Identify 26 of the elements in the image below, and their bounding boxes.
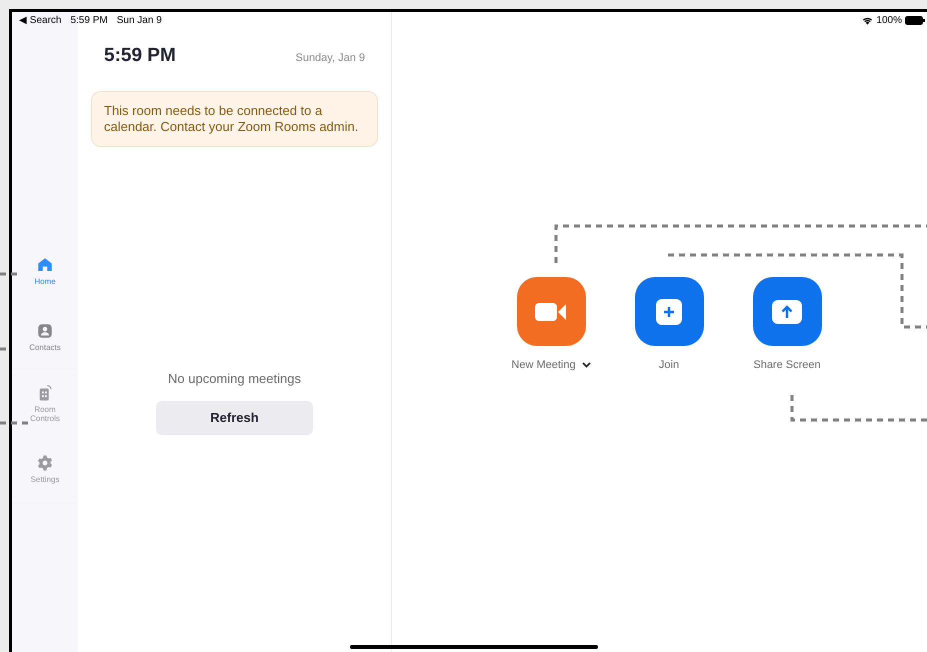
status-time: 5:59 PM <box>70 14 108 28</box>
action-label: Join <box>658 358 680 373</box>
contact-card-icon <box>36 322 54 340</box>
action-label: Share Screen <box>753 358 821 373</box>
clock-time: 5:59 PM <box>104 44 176 68</box>
video-camera-icon <box>534 302 568 322</box>
plus-icon <box>656 298 682 324</box>
empty-message: No upcoming meetings <box>168 370 301 388</box>
home-icon <box>36 256 54 274</box>
settings-icon <box>36 454 54 472</box>
refresh-button[interactable]: Refresh <box>156 401 313 435</box>
battery-level: 100% <box>876 14 902 28</box>
sidebar-tab[interactable]: Contacts <box>12 304 78 370</box>
leader-line <box>0 272 20 276</box>
action-label: New Meeting <box>511 358 576 373</box>
action-button[interactable] <box>516 277 586 346</box>
status-date: Sun Jan 9 <box>116 14 162 28</box>
action-button[interactable] <box>752 277 822 346</box>
wifi-icon <box>862 16 874 24</box>
leader-line <box>0 348 9 350</box>
action-button[interactable] <box>634 277 704 346</box>
calendar-notice: This room needs to be connected to a calendar. Contact your Zoom Rooms admin. <box>91 90 378 146</box>
sidebar-tab[interactable]: Home <box>12 238 78 304</box>
back-link[interactable]: ◀ Search <box>19 12 62 28</box>
full-date: Sunday, Jan 9 <box>295 51 365 66</box>
chevron-down-icon <box>582 362 591 368</box>
